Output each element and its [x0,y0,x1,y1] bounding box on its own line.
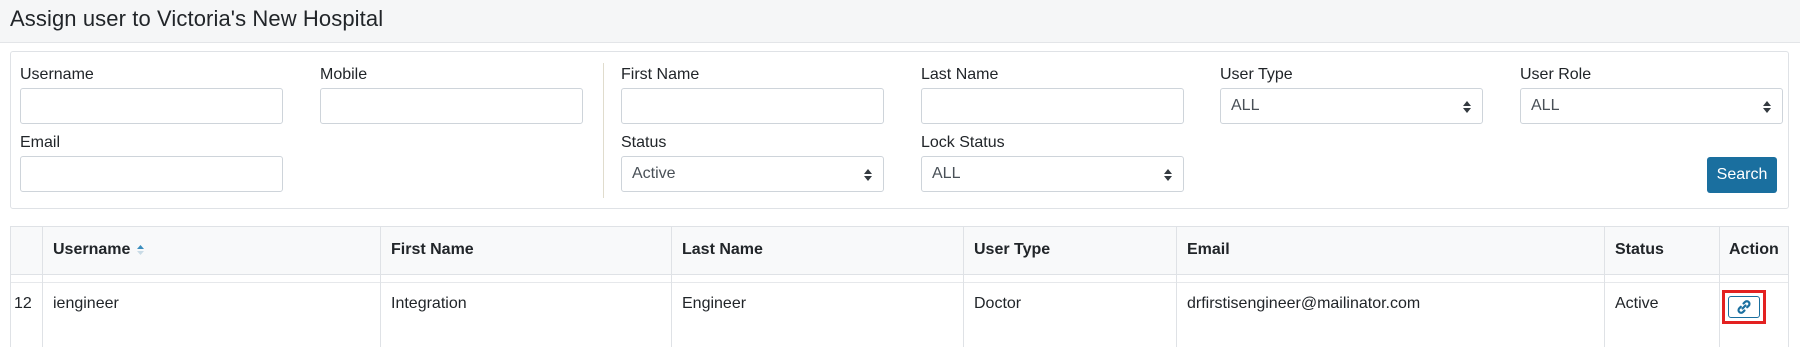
select-arrows-icon [1463,101,1471,113]
last-name-input[interactable] [921,88,1184,124]
column-separator [380,227,381,347]
column-header-username[interactable]: Username [53,241,145,259]
last-name-label: Last Name [921,66,999,83]
column-header-status[interactable]: Status [1615,241,1664,259]
cell-email: drfirstisengineer@mailinator.com [1187,295,1421,312]
column-separator [1176,227,1177,347]
status-label: Status [621,134,667,151]
lock-status-value: ALL [932,165,961,182]
select-arrows-icon [1763,101,1771,113]
column-header-user-type[interactable]: User Type [974,241,1050,259]
mobile-label: Mobile [320,66,368,83]
column-header-email[interactable]: Email [1187,241,1230,259]
user-type-label: User Type [1220,66,1293,83]
search-button[interactable]: Search [1707,157,1777,193]
cell-first-name: Integration [391,295,467,312]
status-value: Active [632,165,676,182]
cell-username: iengineer [53,295,119,312]
column-separator [42,227,43,347]
lock-status-label: Lock Status [921,134,1005,151]
column-header-action: Action [1729,241,1779,258]
cell-status: Active [1615,295,1659,312]
lock-status-select[interactable]: ALL [921,156,1184,192]
column-separator [671,227,672,347]
column-header-first-name[interactable]: First Name [391,241,474,259]
link-icon [1737,300,1751,314]
header-row-gap [11,275,1788,283]
assign-user-button[interactable] [1722,290,1766,324]
column-separator [1719,227,1720,347]
user-role-select[interactable]: ALL [1520,88,1783,124]
table-header [11,227,1788,275]
first-name-label: First Name [621,66,700,83]
user-role-value: ALL [1531,97,1560,114]
select-arrows-icon [864,169,872,181]
assign-link-button[interactable] [1728,296,1760,318]
user-type-select[interactable]: ALL [1220,88,1483,124]
status-select[interactable]: Active [621,156,884,192]
mobile-input[interactable] [320,88,583,124]
column-separator [1604,227,1605,347]
select-arrows-icon [1164,169,1172,181]
email-input[interactable] [20,156,283,192]
email-label: Email [20,134,61,151]
first-name-input[interactable] [621,88,884,124]
column-header-label: Username [53,241,131,258]
column-header-last-name[interactable]: Last Name [682,241,763,259]
cell-user-type: Doctor [974,295,1022,312]
filter-divider [603,63,604,198]
column-separator [963,227,964,347]
title-bar: Assign user to Victoria's New Hospital [0,0,1800,43]
row-number: 12 [14,295,32,312]
username-input[interactable] [20,88,283,124]
user-type-value: ALL [1231,97,1260,114]
users-table: Username First Name Last Name User Type … [10,226,1789,347]
page-title: Assign user to Victoria's New Hospital [10,6,384,31]
cell-last-name: Engineer [682,295,747,312]
username-label: Username [20,66,94,83]
user-role-label: User Role [1520,66,1592,83]
sort-ascending-icon [137,244,145,255]
